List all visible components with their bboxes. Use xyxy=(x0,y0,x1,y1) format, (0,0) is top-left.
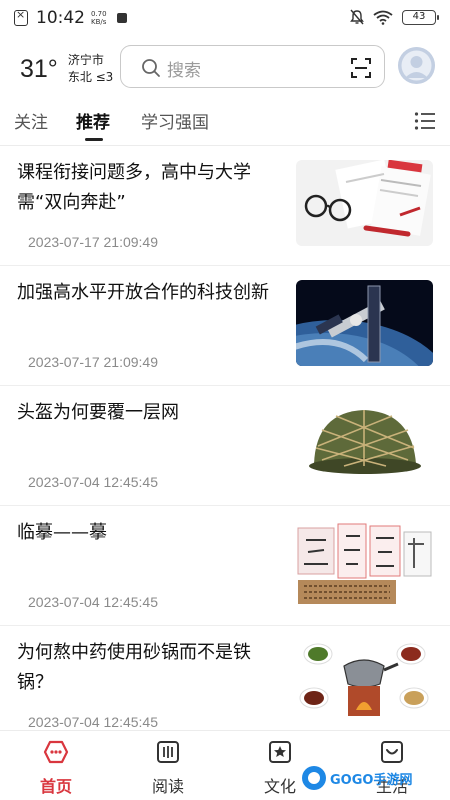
gogo-watermark-logo: GOGO手游网 xyxy=(302,766,412,790)
news-time: 2023-07-04 12:45:45 xyxy=(28,474,158,490)
search-bar[interactable]: 搜索 xyxy=(120,45,385,88)
news-title: 课程衔接问题多，高中与大学需“双向奔赴” xyxy=(17,162,251,213)
status-left: 10:42 0.70 KB/s xyxy=(14,8,127,28)
news-title: 临摹——摹 xyxy=(17,522,107,543)
tab-recommend[interactable]: 推荐 xyxy=(76,108,110,133)
active-tab-indicator xyxy=(85,138,103,141)
city-name: 济宁市 xyxy=(67,53,104,67)
network-speed-unit: KB/s xyxy=(91,18,107,26)
news-item[interactable]: 为何熬中药使用砂锅而不是铁锅？ 2023-07-04 12:45:45 xyxy=(0,626,450,730)
mute-bell-icon xyxy=(350,9,364,25)
nav-home[interactable]: 首页 xyxy=(26,739,86,797)
news-feed: 课程衔接问题多，高中与大学需“双向奔赴” 2023-07-17 21:09:49… xyxy=(0,146,450,730)
herbal-clay-pot-image xyxy=(296,640,433,726)
status-time: 10:42 xyxy=(36,8,85,28)
space-station-image xyxy=(296,280,433,366)
network-speed: 0.70 KB/s xyxy=(91,10,107,26)
category-tabs: 关注 推荐 学习强国 xyxy=(0,100,450,146)
scan-icon[interactable] xyxy=(350,57,372,79)
network-speed-value: 0.70 xyxy=(91,10,107,18)
top-header: 31° 济宁市 东北 ≤3 搜索 xyxy=(0,40,450,96)
avatar[interactable] xyxy=(398,47,435,84)
news-item[interactable]: 加强高水平开放合作的科技创新 2023-07-17 21:09:49 xyxy=(0,266,450,386)
weather-info: 济宁市 东北 ≤3 xyxy=(68,52,114,86)
notification-dot-icon xyxy=(116,13,127,23)
news-time: 2023-07-17 21:09:49 xyxy=(28,234,158,250)
nav-read[interactable]: 阅读 xyxy=(138,739,198,797)
news-time: 2023-07-04 12:45:45 xyxy=(28,714,158,730)
news-item[interactable]: 课程衔接问题多，高中与大学需“双向奔赴” 2023-07-17 21:09:49 xyxy=(0,146,450,266)
news-title: 头盔为何要覆一层网 xyxy=(17,402,179,423)
news-title: 为何熬中药使用砂锅而不是铁锅？ xyxy=(17,642,251,693)
weather-widget[interactable]: 31° 济宁市 东北 ≤3 xyxy=(20,52,113,86)
app-notification-icon xyxy=(14,8,28,26)
netted-helmet-image xyxy=(296,400,433,486)
home-icon xyxy=(43,740,69,764)
news-time: 2023-07-17 21:09:49 xyxy=(28,354,158,370)
wifi-icon xyxy=(373,10,393,25)
news-title: 加强高水平开放合作的科技创新 xyxy=(17,282,269,303)
watermark-text: GOGO手游网 xyxy=(330,772,412,788)
user-avatar-icon xyxy=(398,47,435,84)
search-icon xyxy=(142,59,160,77)
status-bar: 10:42 0.70 KB/s 43 xyxy=(0,0,450,36)
nav-read-label: 阅读 xyxy=(151,777,184,796)
tab-follow[interactable]: 关注 xyxy=(14,108,48,133)
news-item[interactable]: 临摹——摹 2023-07-04 12:45:45 xyxy=(0,506,450,626)
calligraphy-copybooks-image xyxy=(296,520,433,606)
battery-indicator: 43 xyxy=(402,9,439,25)
book-icon xyxy=(157,741,179,763)
glasses-documents-image xyxy=(296,160,433,246)
temperature: 31° xyxy=(20,54,58,83)
nav-home-label: 首页 xyxy=(39,777,72,796)
news-time: 2023-07-04 12:45:45 xyxy=(28,594,158,610)
cup-icon xyxy=(381,741,403,763)
search-placeholder: 搜索 xyxy=(167,61,201,81)
status-right: 43 xyxy=(350,9,439,25)
star-badge-icon xyxy=(269,741,291,763)
tab-xuexi-qiangguo[interactable]: 学习强国 xyxy=(141,108,209,133)
wind-info: 东北 ≤3 xyxy=(67,70,114,84)
news-item[interactable]: 头盔为何要覆一层网 2023-07-04 12:45:45 xyxy=(0,386,450,506)
channel-menu-icon[interactable] xyxy=(414,111,436,131)
